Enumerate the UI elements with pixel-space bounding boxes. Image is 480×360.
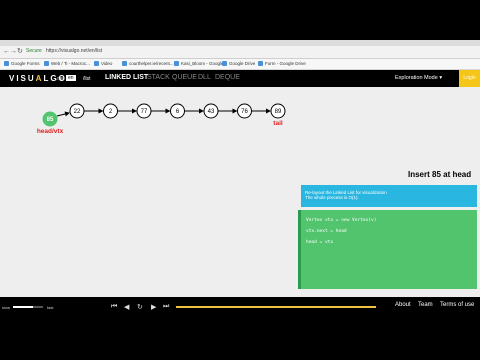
footer-terms-link[interactable]: Terms of use (440, 302, 474, 308)
bookmark-icon (174, 61, 179, 67)
footer-about-link[interactable]: About (395, 302, 411, 308)
list-node-value: 43 (208, 109, 215, 115)
status-panel: Re-layout the Linked List for visualizat… (301, 185, 477, 207)
tail-label: tail (273, 120, 283, 127)
nav-linked-list[interactable]: LINKED LIST (105, 74, 148, 81)
list-node-value: 77 (141, 109, 148, 115)
list-node-value: 89 (275, 109, 282, 115)
back-icon[interactable]: ← (3, 48, 10, 55)
nav-stack[interactable]: STACK (147, 74, 170, 81)
nav-dll[interactable]: DLL (198, 74, 211, 81)
nav-deque[interactable]: DEQUE (215, 74, 240, 81)
new-head-node-value: 85 (47, 117, 54, 123)
head-label: head/vtx (37, 128, 64, 135)
bookmark-icon (258, 61, 263, 67)
exploration-mode-dropdown[interactable]: Exploration Mode ▾ (395, 75, 442, 81)
chevron-down-icon: ▾ (439, 75, 443, 81)
code-line: vtx.next = head (306, 229, 347, 234)
logo-path: /list (83, 76, 91, 82)
secure-label: Secure (26, 48, 42, 54)
code-line: head = vtx (306, 240, 334, 245)
bookmark-item[interactable]: Google Forms (4, 61, 40, 67)
playback-bar: slow fast ⏮ ◀ ↻ ▶ ⏭ About Team Terms of … (0, 297, 480, 317)
bookmark-item[interactable]: Web / Ti - Macroc... (44, 61, 90, 67)
forward-icon[interactable]: → (10, 48, 17, 55)
url-text[interactable]: https://visualgo.net/en/list (46, 48, 102, 54)
code-panel: Vertex vtx = new Vertex(v) vtx.next = he… (301, 210, 477, 289)
footer-team-link[interactable]: Team (418, 302, 433, 308)
reload-icon[interactable]: ↻ (17, 48, 24, 55)
speed-fast-label: fast (47, 305, 54, 310)
bookmark-item[interactable]: Form - Google Drive (258, 61, 306, 67)
step-back-icon[interactable]: ◀ (124, 303, 129, 311)
progress-fill (176, 306, 376, 308)
bookmark-item[interactable]: Google Drive (222, 61, 255, 67)
next-pointer-arrow (56, 111, 70, 117)
bookmark-item[interactable]: courthelper.ie/recent... (122, 61, 174, 67)
bookmarks-bar: Google Forms Web / Ti - Macroc... Video … (0, 59, 480, 70)
browser-address-bar[interactable]: ← → ↻ Secure https://visualgo.net/en/lis… (0, 46, 480, 59)
speed-slider-fill (13, 306, 33, 308)
visualization-canvas: 22 2 77 6 43 76 89 85 head/vtx tail Insert 85 at … (0, 87, 480, 297)
bookmark-item[interactable]: Video (94, 61, 112, 67)
login-button[interactable]: Login (459, 70, 480, 87)
logo-domain: .net (56, 76, 65, 82)
status-line: Re-layout the Linked List for visualizat… (305, 190, 387, 195)
list-node-value: 76 (241, 109, 248, 115)
replay-icon[interactable]: ↻ (137, 303, 143, 311)
status-line: The whole process is O(1). (305, 195, 359, 200)
bookmark-icon (122, 61, 127, 67)
step-forward-icon[interactable]: ▶ (151, 303, 156, 311)
list-node-value: 22 (74, 109, 81, 115)
bookmark-icon (222, 61, 227, 67)
bookmark-icon (44, 61, 49, 67)
speed-slider[interactable] (13, 306, 43, 308)
progress-bar[interactable] (176, 306, 376, 308)
code-line: Vertex vtx = new Vertex(v) (306, 218, 377, 223)
speed-slow-label: slow (2, 305, 11, 310)
app-header: VISUALGO .net en /list LINKED LIST STACK… (0, 70, 480, 87)
bookmark-icon (4, 61, 9, 67)
bookmark-item[interactable]: Kasi_Bloom - Google... (174, 61, 227, 67)
bookmark-icon (94, 61, 99, 67)
skip-end-icon[interactable]: ⏭ (163, 303, 169, 311)
nav-queue[interactable]: QUEUE (172, 74, 197, 81)
language-select[interactable]: en (66, 75, 76, 81)
skip-start-icon[interactable]: ⏮ (111, 303, 117, 311)
operation-title: Insert 85 at head (408, 170, 472, 179)
